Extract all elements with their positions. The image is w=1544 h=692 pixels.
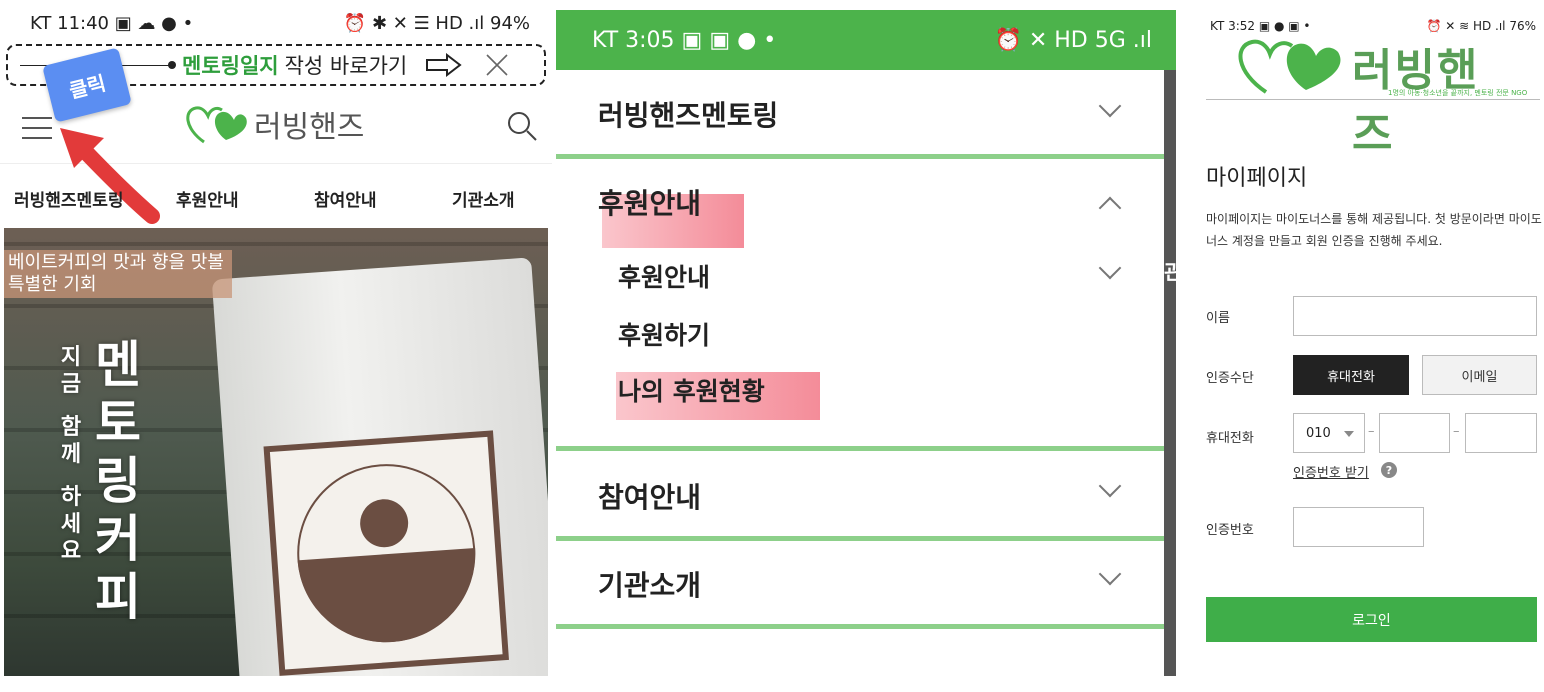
side-menu: 러빙핸즈멘토링 후원안내 후원안내 후원하기 나의 후원현황 참여안내 기관소개 — [556, 70, 1164, 676]
dropdown-arrow-icon — [1344, 431, 1354, 437]
chevron-down-icon[interactable] — [1098, 562, 1122, 586]
site-logo[interactable]: 러빙핸즈 — [182, 102, 364, 146]
nav-item-about[interactable]: 기관소개 — [452, 186, 515, 211]
menu-divider — [556, 446, 1164, 451]
nav-item-support[interactable]: 후원안내 — [176, 186, 239, 211]
status-left: KT 11:40 ▣ ☁ ● • — [30, 12, 194, 34]
submenu-item-support-info[interactable]: 후원안내 — [618, 258, 710, 294]
vertical-char: 세 — [60, 512, 82, 537]
hero-tagline: 베이트커피의 맛과 향을 맛볼 특별한 기회 — [4, 250, 232, 298]
status-bar: KT 3:05 ▣ ▣ ● • ⏰ ✕ HD 5G .ıl — [556, 10, 1176, 70]
submenu-item-my-donations[interactable]: 나의 후원현황 — [618, 372, 765, 408]
coffee-bag — [211, 257, 548, 676]
chevron-down-icon[interactable] — [1098, 256, 1122, 280]
vertical-char: 하 — [60, 485, 82, 510]
name-label: 이름 — [1206, 311, 1230, 326]
page-description: 마이페이지는 마이도너스를 통해 제공됩니다. 첫 방문이라면 마이도너스 계정… — [1206, 212, 1542, 248]
close-icon[interactable] — [485, 53, 509, 77]
status-right: ⏰ ✱ ✕ ☰ HD .ıl 94% — [343, 12, 530, 34]
screenshot-panel-menu: KT 3:05 ▣ ▣ ● • ⏰ ✕ HD 5G .ıl 러빙핸즈멘토링 후원… — [556, 0, 1176, 692]
hamburger-menu-icon[interactable] — [22, 116, 52, 140]
page-title: 마이페이지 — [1206, 166, 1308, 191]
nav-item-mentoring[interactable]: 러빙핸즈멘토링 — [14, 186, 123, 211]
background-page-edge: 관 — [1164, 70, 1176, 676]
label-band — [297, 547, 482, 649]
vertical-char: 링 — [95, 452, 141, 510]
submenu-item-donate[interactable]: 후원하기 — [618, 316, 710, 352]
chevron-down-icon[interactable] — [1098, 474, 1122, 498]
logo-text: 러빙핸즈 — [254, 110, 365, 145]
phone-separator: – — [1368, 424, 1375, 439]
hero-banner-image[interactable]: 베이트커피의 맛과 향을 맛볼 특별한 기회 지 금 함 께 하 세 요 멘 토… — [4, 228, 548, 676]
menu-item-participate[interactable]: 참여안내 — [598, 476, 701, 516]
hero-vertical-small: 지 금 함 께 하 세 요 — [58, 344, 84, 565]
heart-logo-icon — [186, 106, 247, 144]
vertical-char: 함 — [60, 415, 82, 440]
name-input[interactable] — [1293, 296, 1537, 336]
status-bar: KT 11:40 ▣ ☁ ● • ⏰ ✱ ✕ ☰ HD .ıl 94% — [30, 8, 530, 38]
vertical-char: 요 — [60, 539, 82, 564]
menu-item-support[interactable]: 후원안내 — [598, 182, 701, 222]
status-row: KT 3:05 ▣ ▣ ● • ⏰ ✕ HD 5G .ıl — [592, 24, 1152, 56]
auth-method-label: 인증수단 — [1206, 371, 1254, 386]
arrow-right-icon — [425, 53, 463, 77]
hero-tagline-2: 특별한 기회 — [8, 274, 97, 295]
code-input[interactable] — [1293, 507, 1424, 547]
screenshot-panel-mypage: KT 3:52 ▣ ● ▣ • ⏰ ✕ ≋ HD .ıl 76% 러빙핸즈 1명… — [1186, 0, 1544, 692]
coffee-bag-label — [263, 430, 509, 676]
vertical-char: 커 — [95, 510, 141, 568]
nav-item-participate[interactable]: 참여안내 — [314, 186, 377, 211]
vertical-char: 멘 — [95, 336, 141, 394]
menu-divider — [556, 624, 1164, 629]
auth-method-email-button[interactable]: 이메일 — [1422, 355, 1537, 395]
logo-slogan: 1명의 아동·청소년을 끝까지, 멘토링 전문 NGO — [1388, 89, 1528, 97]
site-logo[interactable]: 러빙핸즈 1명의 아동·청소년을 끝까지, 멘토링 전문 NGO — [1230, 28, 1527, 160]
menu-divider — [556, 154, 1164, 159]
logo-text: 러빙핸즈 — [1352, 45, 1480, 160]
background-page-glyph: 관 — [1164, 260, 1176, 284]
banner-text: 작성 바로가기 — [284, 54, 408, 78]
chevron-up-icon[interactable] — [1098, 196, 1122, 220]
chevron-down-icon[interactable] — [1098, 94, 1122, 118]
header-divider — [1206, 99, 1540, 100]
phone-label: 휴대전화 — [1206, 431, 1254, 446]
phone-separator: – — [1453, 424, 1460, 439]
status-left: KT 3:05 ▣ ▣ ● • — [592, 27, 777, 53]
vertical-char: 께 — [60, 442, 82, 467]
vertical-char: 지 — [60, 345, 82, 370]
phone-prefix-select[interactable]: 010 — [1293, 413, 1365, 453]
phone-prefix-value: 010 — [1306, 426, 1331, 441]
request-code-link[interactable]: 인증번호 받기 — [1293, 462, 1369, 481]
main-nav: 러빙핸즈멘토링 후원안내 참여안내 기관소개 — [0, 170, 552, 226]
search-icon[interactable] — [506, 110, 538, 142]
help-icon[interactable]: ? — [1381, 462, 1397, 478]
phone-middle-input[interactable] — [1379, 413, 1450, 453]
hero-vertical-big: 멘 토 링 커 피 — [90, 336, 146, 626]
login-button[interactable]: 로그인 — [1206, 597, 1537, 642]
auth-method-phone-button[interactable]: 휴대전화 — [1293, 355, 1409, 395]
menu-item-mentoring[interactable]: 러빙핸즈멘토링 — [598, 94, 778, 134]
phone-last-input[interactable] — [1465, 413, 1537, 453]
status-right: ⏰ ✕ HD 5G .ıl — [994, 27, 1152, 53]
hero-tagline-1: 베이트커피의 맛과 향을 맛볼 — [8, 252, 224, 273]
menu-item-about[interactable]: 기관소개 — [598, 564, 701, 604]
menu-divider — [556, 536, 1164, 541]
heart-logo-icon — [1238, 39, 1341, 94]
code-label: 인증번호 — [1206, 523, 1254, 538]
vertical-char: 피 — [95, 568, 141, 626]
screenshot-panel-home: KT 11:40 ▣ ☁ ● • ⏰ ✱ ✕ ☰ HD .ıl 94% 멘토링일… — [0, 0, 552, 692]
vertical-char: 토 — [95, 394, 141, 452]
banner-link-text: 멘토링일지 — [182, 54, 279, 78]
vertical-char: 금 — [60, 372, 82, 397]
